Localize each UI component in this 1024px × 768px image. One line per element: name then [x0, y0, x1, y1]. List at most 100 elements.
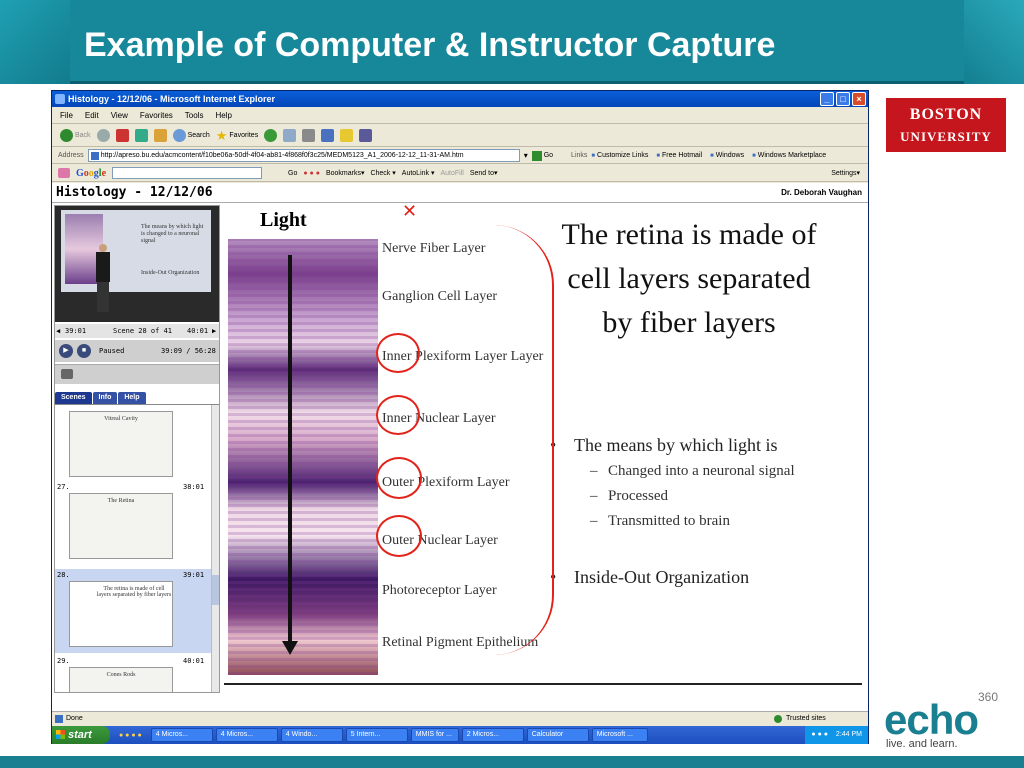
lecture-author: Dr. Deborah Vaughan [781, 188, 862, 197]
stop-icon[interactable] [115, 129, 129, 142]
address-dropdown-icon[interactable]: ▾ [524, 151, 528, 160]
scene-time: 40:01 [183, 657, 205, 665]
scene-title: The retina is made of cell layers separa… [96, 586, 172, 598]
play-button[interactable]: ▶ [59, 344, 73, 358]
scrollbar-thumb[interactable] [212, 575, 219, 605]
minimize-button[interactable]: _ [820, 92, 834, 106]
link-free-hotmail[interactable]: Free Hotmail [656, 152, 702, 159]
bookmarks-button[interactable]: Bookmarks▾ [326, 169, 365, 177]
echo-superscript: 360 [978, 690, 999, 704]
back-label: Back [75, 132, 91, 139]
start-button[interactable]: start [52, 726, 110, 744]
settings-button[interactable]: Settings▾ [831, 169, 860, 177]
taskbar-item[interactable]: 4 Micros... [150, 728, 213, 742]
stop-button[interactable]: ■ [77, 344, 91, 358]
taskbar-item[interactable]: 4 Micros... [215, 728, 278, 742]
scene-number: 29. [57, 657, 70, 665]
go-button[interactable]: Go [531, 150, 553, 161]
taskbar-item[interactable]: 5 Intern... [345, 728, 408, 742]
video-projected-slide: The means by which light is changed to a… [61, 210, 211, 292]
link-windows[interactable]: Windows [710, 152, 744, 159]
instructor-video[interactable]: The means by which light is changed to a… [55, 206, 219, 322]
menu-edit[interactable]: Edit [85, 108, 99, 123]
taskbar-item[interactable]: 4 Windo... [280, 728, 343, 742]
forward-arrow-icon [96, 129, 110, 142]
layer-label: Ganglion Cell Layer [382, 289, 498, 304]
slide-bottom-rule [224, 683, 862, 685]
clock: 2:44 PM [835, 731, 862, 738]
status-bar: Done Trusted sites [52, 711, 868, 725]
refresh-icon[interactable] [134, 129, 148, 142]
scene-thumbnail[interactable]: The Retina [69, 493, 173, 559]
scene-list-scrollbar[interactable] [211, 405, 219, 692]
lecture-title: Histology - 12/12/06 [56, 185, 213, 200]
home-icon[interactable] [153, 129, 167, 142]
menu-help[interactable]: Help [215, 108, 231, 123]
address-input[interactable]: http://apreso.bu.edu/acmcontent/f10be06a… [87, 149, 520, 162]
edit-icon[interactable] [321, 129, 335, 142]
mail-icon[interactable] [283, 129, 297, 142]
search-icon [172, 129, 186, 142]
menu-tools[interactable]: Tools [185, 108, 204, 123]
slide-title: Example of Computer & Instructor Capture [84, 26, 776, 64]
favorites-button[interactable]: ★ Favorites [216, 128, 258, 144]
autofill-button[interactable]: AutoFill [440, 170, 463, 177]
menu-file[interactable]: File [60, 108, 73, 123]
links-label: Links [571, 152, 588, 159]
layer-label: Photoreceptor Layer [382, 583, 497, 598]
check-button[interactable]: Check ▾ [370, 169, 395, 177]
back-button[interactable]: Back [60, 129, 91, 142]
toolbar-menu-icon[interactable] [58, 168, 70, 178]
taskbar-item[interactable]: Microsoft ... [591, 728, 648, 742]
ie-titlebar[interactable]: Histology - 12/12/06 - Microsoft Interne… [52, 91, 868, 107]
slide: Example of Computer & Instructor Capture… [0, 0, 1024, 768]
tray-icons[interactable]: ● ● ● [811, 731, 828, 738]
tab-info[interactable]: Info [92, 392, 118, 404]
instructor-figure [93, 244, 113, 314]
annotation-circle [376, 515, 422, 557]
taskbar-item[interactable]: Calculator [526, 728, 589, 742]
scene-label: Scene 28 of 41 [113, 327, 173, 335]
ie-title-text: Histology - 12/12/06 - Microsoft Interne… [68, 94, 276, 104]
retina-histology-image [228, 239, 378, 675]
annotation-x-mark: ✕ [402, 201, 418, 222]
google-icons[interactable]: ● ● ● [303, 170, 320, 177]
google-search-input[interactable] [112, 167, 263, 179]
sendto-button[interactable]: Send to▾ [470, 169, 498, 177]
link-customize-links[interactable]: Customize Links [591, 152, 648, 159]
next-scene-icon[interactable]: ▶ [212, 324, 216, 338]
search-button[interactable]: Search [172, 129, 210, 142]
link-windows-marketplace[interactable]: Windows Marketplace [752, 152, 826, 159]
ie-icon [55, 94, 65, 104]
prev-scene-icon[interactable]: ◀ [56, 324, 60, 338]
quick-launch-icons[interactable]: ● ● ● ● [113, 732, 148, 739]
scene-thumbnail[interactable]: Cones Rods [69, 667, 173, 692]
history-icon[interactable] [264, 129, 278, 142]
scene-thumbnail[interactable]: The retina is made of cell layers separa… [69, 581, 173, 647]
caption-icon[interactable] [61, 369, 73, 379]
scene-thumbnail[interactable]: Vitreal Cavity [69, 411, 173, 477]
close-button[interactable]: × [852, 92, 866, 106]
search-label: Search [187, 132, 210, 139]
annotation-circle [376, 395, 420, 435]
scene-number: 27. [57, 483, 70, 491]
play-time: 39:09 / 56:28 [161, 347, 216, 355]
forward-button[interactable] [96, 129, 110, 142]
ie-window: Histology - 12/12/06 - Microsoft Interne… [51, 90, 869, 744]
discuss-icon[interactable] [340, 129, 354, 142]
menu-view[interactable]: View [111, 108, 128, 123]
google-logo: Google [76, 167, 107, 179]
taskbar-item[interactable]: 2 Micros... [461, 728, 524, 742]
tab-help[interactable]: Help [118, 392, 146, 404]
menu-favorites[interactable]: Favorites [140, 108, 173, 123]
print-icon[interactable] [302, 129, 316, 142]
autolink-button[interactable]: AutoLink ▾ [402, 169, 435, 177]
messenger-icon[interactable] [359, 129, 373, 142]
tab-scenes[interactable]: Scenes [55, 392, 92, 404]
sub-bullet: Changed into a neuronal signal [590, 463, 795, 480]
status-zone: Trusted sites [786, 715, 826, 722]
google-go-button[interactable]: Go [288, 170, 297, 177]
slide-header: Example of Computer & Instructor Capture [0, 0, 1024, 84]
taskbar-item[interactable]: MMIS for ... [410, 728, 459, 742]
maximize-button[interactable]: □ [836, 92, 850, 106]
